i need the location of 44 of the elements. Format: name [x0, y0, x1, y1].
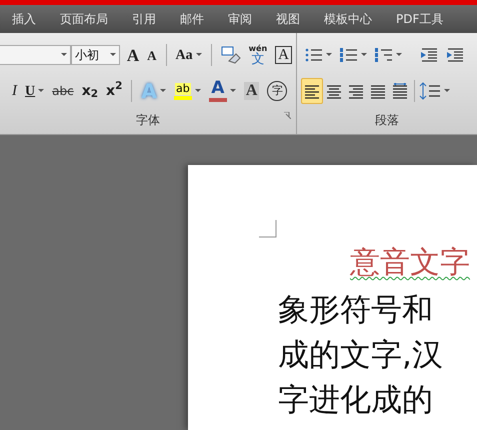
align-left-icon: [303, 83, 321, 99]
eraser-icon: [220, 46, 241, 64]
body-text-line: 象形符号和: [278, 291, 434, 330]
increase-indent-icon: [446, 47, 464, 63]
numbering-icon: [340, 47, 358, 63]
grow-font-button[interactable]: A: [124, 42, 142, 68]
ribbon-tab[interactable]: 插入: [12, 10, 36, 28]
margin-corner-mark: [259, 220, 277, 238]
ribbon-tab[interactable]: 邮件: [180, 10, 204, 28]
body-text-line: 字进化成的: [278, 381, 434, 420]
highlight-button[interactable]: ab: [170, 78, 204, 104]
ribbon-tab[interactable]: 视图: [276, 10, 300, 28]
ribbon-tab[interactable]: 引用: [132, 10, 156, 28]
distribute-icon: [391, 83, 409, 99]
italic-button[interactable]: I: [9, 78, 20, 104]
decrease-indent-icon: [420, 47, 438, 63]
ribbon-tab[interactable]: 审阅: [228, 10, 252, 28]
group-label: 段落: [375, 112, 399, 129]
bullets-icon: [305, 47, 323, 63]
align-left-button[interactable]: [301, 78, 323, 104]
phonetic-guide-button[interactable]: wén 文: [246, 42, 270, 68]
dialog-launcher-icon[interactable]: [284, 112, 291, 119]
line-spacing-icon: [419, 82, 441, 100]
strikethrough-button[interactable]: abc: [49, 78, 77, 104]
caret-icon: [60, 53, 67, 57]
change-case-button[interactable]: Aa: [172, 42, 205, 68]
ribbon-tab[interactable]: 页面布局: [60, 10, 108, 28]
document-title: 意音文字: [350, 244, 470, 282]
font-color-button[interactable]: A: [206, 78, 239, 104]
script-button[interactable]: x$_{2}$: [78, 78, 102, 104]
shrink-font-button[interactable]: A: [144, 42, 160, 68]
group-label: 字体: [136, 112, 160, 129]
align-right-icon: [347, 83, 365, 99]
justify-icon: [369, 83, 387, 99]
ribbon-tab[interactable]: PDF工具: [396, 10, 444, 28]
body-text-line: 成的文字,汉: [278, 336, 444, 375]
font-name-field[interactable]: [0, 45, 71, 65]
align-center-icon: [325, 83, 343, 99]
caret-icon: [110, 53, 116, 57]
font-size-field[interactable]: 小初: [70, 45, 120, 65]
multilevel-icon: [375, 47, 393, 63]
script-button[interactable]: x$^{2}$: [103, 78, 126, 104]
underline-button[interactable]: U: [22, 78, 48, 104]
ribbon-tab[interactable]: 模板中心: [324, 10, 372, 28]
